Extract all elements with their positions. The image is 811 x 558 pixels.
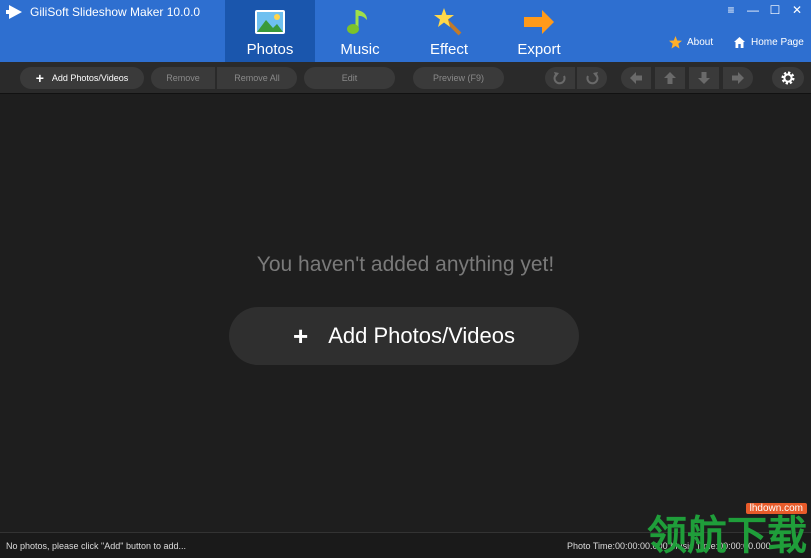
tab-photos[interactable]: Photos bbox=[225, 0, 315, 62]
photo-icon bbox=[255, 10, 285, 34]
app-logo-icon bbox=[6, 5, 22, 19]
edit-label: Edit bbox=[341, 73, 358, 83]
tab-export-label: Export bbox=[517, 41, 561, 58]
move-up-button[interactable] bbox=[655, 67, 685, 89]
plus-icon: + bbox=[293, 321, 309, 351]
rotate-left-button[interactable] bbox=[545, 67, 575, 89]
rotate-left-icon bbox=[553, 72, 566, 85]
add-photos-videos-button[interactable]: + Add Photos/Videos bbox=[20, 67, 144, 89]
move-right-button[interactable] bbox=[723, 67, 753, 89]
add-photos-videos-large-label: Add Photos/Videos bbox=[328, 323, 515, 348]
about-link[interactable]: About bbox=[669, 36, 713, 49]
about-label: About bbox=[687, 37, 714, 48]
arrow-left-icon bbox=[630, 72, 642, 84]
rotate-right-icon bbox=[586, 72, 599, 85]
window-controls: ≡ — ☐ ✕ bbox=[723, 2, 805, 18]
remove-all-label: Remove All bbox=[234, 73, 280, 83]
move-left-button[interactable] bbox=[621, 67, 651, 89]
star-badge-icon bbox=[669, 36, 682, 49]
title-header: GiliSoft Slideshow Maker 10.0.0 Photos M… bbox=[0, 0, 811, 62]
arrow-right-icon bbox=[732, 72, 744, 84]
arrow-up-icon bbox=[664, 72, 676, 84]
edit-button[interactable]: Edit bbox=[304, 67, 395, 89]
remove-button[interactable]: Remove bbox=[151, 67, 215, 89]
plus-icon: + bbox=[35, 70, 44, 86]
tab-effect-label: Effect bbox=[429, 41, 469, 58]
tab-music[interactable]: Music bbox=[315, 0, 405, 62]
app-title-area: GiliSoft Slideshow Maker 10.0.0 bbox=[6, 4, 200, 20]
add-photos-videos-large-button[interactable]: + Add Photos/Videos bbox=[229, 307, 579, 365]
status-message: No photos, please click "Add" button to … bbox=[6, 541, 186, 551]
export-arrow-icon bbox=[524, 10, 554, 34]
remove-label: Remove bbox=[166, 73, 200, 83]
music-note-icon bbox=[347, 10, 367, 34]
media-canvas: You haven't added anything yet! + Add Ph… bbox=[0, 95, 811, 532]
tab-music-label: Music bbox=[340, 41, 380, 58]
rotate-right-button[interactable] bbox=[577, 67, 607, 89]
tab-photos-label: Photos bbox=[246, 41, 294, 58]
site-watermark: lhdown.com 领航下载 bbox=[647, 498, 807, 556]
tab-effect[interactable]: Effect bbox=[404, 0, 494, 62]
menu-button[interactable]: ≡ bbox=[723, 2, 739, 18]
empty-state-message: You haven't added anything yet! bbox=[256, 253, 555, 276]
maximize-button[interactable]: ☐ bbox=[767, 2, 783, 18]
toolbar: + Add Photos/Videos Remove Remove All Edi… bbox=[0, 62, 811, 94]
move-down-button[interactable] bbox=[689, 67, 719, 89]
preview-label: Preview (F9) bbox=[432, 73, 484, 83]
settings-button[interactable] bbox=[772, 67, 804, 89]
minimize-button[interactable]: — bbox=[745, 2, 761, 18]
home-page-link[interactable]: Home Page bbox=[733, 36, 804, 49]
gear-icon bbox=[781, 71, 795, 85]
arrow-down-icon bbox=[698, 72, 710, 84]
app-title: GiliSoft Slideshow Maker 10.0.0 bbox=[30, 5, 201, 19]
remove-all-button[interactable]: Remove All bbox=[217, 67, 297, 89]
preview-button[interactable]: Preview (F9) bbox=[413, 67, 504, 89]
watermark-text: 领航下载 bbox=[647, 513, 807, 558]
magic-wand-icon bbox=[434, 8, 462, 36]
close-button[interactable]: ✕ bbox=[789, 2, 805, 18]
add-photos-videos-label: Add Photos/Videos bbox=[51, 73, 129, 83]
tab-export[interactable]: Export bbox=[494, 0, 584, 62]
home-icon bbox=[734, 37, 745, 48]
home-page-label: Home Page bbox=[751, 37, 804, 48]
